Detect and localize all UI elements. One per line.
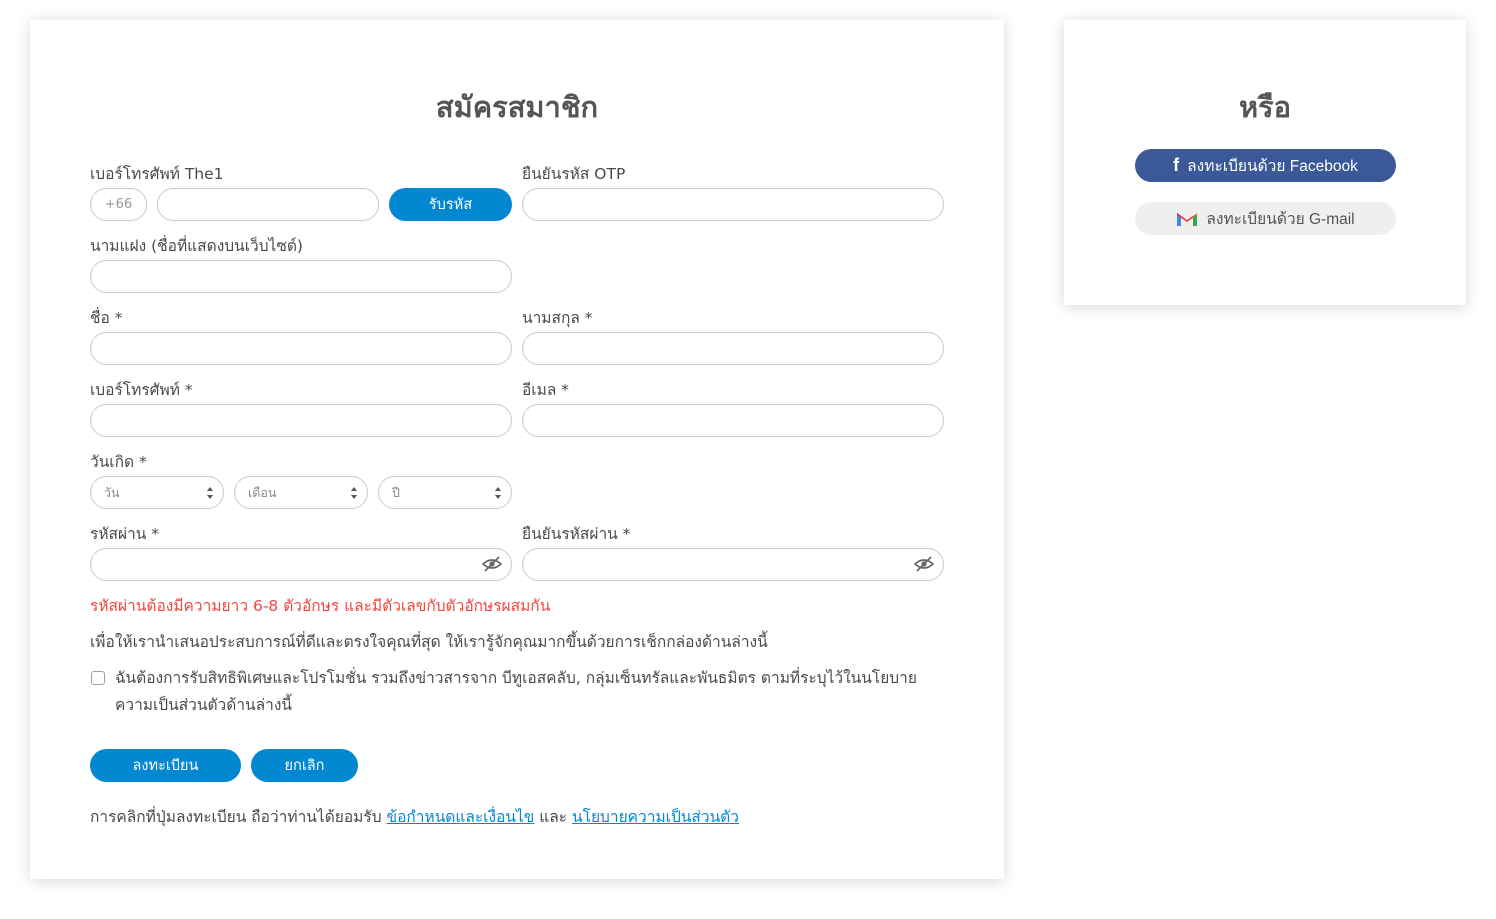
cancel-button[interactable]: ยกเลิก	[251, 749, 358, 782]
month-select-value: เดือน	[248, 484, 277, 500]
facebook-icon: f	[1173, 155, 1180, 175]
day-select[interactable]: วัน	[90, 476, 224, 509]
terms-link[interactable]: ข้อกำหนดและเงื่อนไข	[386, 808, 534, 826]
year-select[interactable]: ปี	[378, 476, 512, 509]
info-text: เพื่อให้เรานำเสนอประสบการณ์ที่ดีและตรงใจ…	[90, 633, 768, 651]
facebook-button-label: ลงทะเบียนด้วย Facebook	[1187, 158, 1358, 175]
consent-text: ฉันต้องการรับสิทธิพิเศษและโปรโมชั่น รวมถ…	[115, 669, 917, 714]
confirm-password-input[interactable]	[522, 548, 944, 581]
password-hint: รหัสผ่านต้องมีความยาว 6-8 ตัวอักษร และมี…	[90, 597, 551, 615]
email-label: อีเมล *	[522, 381, 569, 399]
phone-input[interactable]	[90, 404, 512, 437]
page-title: สมัครสมาชิก	[435, 90, 599, 124]
social-card: หรือ f ลงทะเบียนด้วย Facebook ลงทะเบียนด…	[1064, 20, 1466, 305]
password-field-wrap	[90, 548, 512, 581]
nickname-label: นามแฝง (ชื่อที่แสดงบนเว็บไซต์)	[90, 237, 303, 255]
register-button[interactable]: ลงทะเบียน	[90, 749, 241, 782]
email-input[interactable]	[522, 404, 944, 437]
select-arrows-icon	[207, 487, 213, 499]
the1-phone-label: เบอร์โทรศัพท์ The1	[90, 165, 224, 183]
eye-slash-icon[interactable]	[482, 556, 502, 572]
first-name-input[interactable]	[90, 332, 512, 365]
confirm-password-field-wrap	[522, 548, 944, 581]
gmail-icon	[1177, 212, 1198, 226]
nickname-input[interactable]	[90, 260, 512, 293]
privacy-link[interactable]: นโยบายความเป็นส่วนตัว	[572, 808, 739, 826]
terms-and: และ	[539, 808, 568, 826]
register-card: สมัครสมาชิก เบอร์โทรศัพท์ The1 รับรหัส ย…	[30, 20, 1004, 879]
last-name-input[interactable]	[522, 332, 944, 365]
select-arrows-icon	[351, 487, 357, 499]
or-title: หรือ	[1238, 90, 1292, 124]
terms-text: การคลิกที่ปุ่มลงทะเบียน ถือว่าท่านได้ยอม…	[90, 804, 739, 829]
facebook-register-button[interactable]: f ลงทะเบียนด้วย Facebook	[1135, 149, 1396, 182]
country-code-field[interactable]	[90, 188, 147, 221]
terms-prefix: การคลิกที่ปุ่มลงทะเบียน ถือว่าท่านได้ยอม…	[90, 808, 382, 826]
phone-label: เบอร์โทรศัพท์ *	[90, 381, 193, 399]
password-label: รหัสผ่าน *	[90, 525, 160, 543]
gmail-register-button[interactable]: ลงทะเบียนด้วย G-mail	[1135, 202, 1396, 235]
the1-phone-input[interactable]	[157, 188, 379, 221]
last-name-label: นามสกุล *	[522, 309, 593, 327]
otp-label: ยืนยันรหัส OTP	[522, 165, 626, 183]
birthday-label: วันเกิด *	[90, 453, 147, 471]
otp-input[interactable]	[522, 188, 944, 221]
first-name-label: ชื่อ *	[90, 309, 123, 327]
get-otp-button[interactable]: รับรหัส	[389, 188, 512, 221]
confirm-password-label: ยืนยันรหัสผ่าน *	[522, 525, 631, 543]
year-select-value: ปี	[392, 484, 400, 500]
month-select[interactable]: เดือน	[234, 476, 368, 509]
gmail-button-label: ลงทะเบียนด้วย G-mail	[1206, 211, 1355, 228]
select-arrows-icon	[495, 487, 501, 499]
day-select-value: วัน	[104, 484, 120, 500]
eye-slash-icon[interactable]	[914, 556, 934, 572]
password-input[interactable]	[90, 548, 512, 581]
consent-checkbox[interactable]	[91, 671, 105, 685]
